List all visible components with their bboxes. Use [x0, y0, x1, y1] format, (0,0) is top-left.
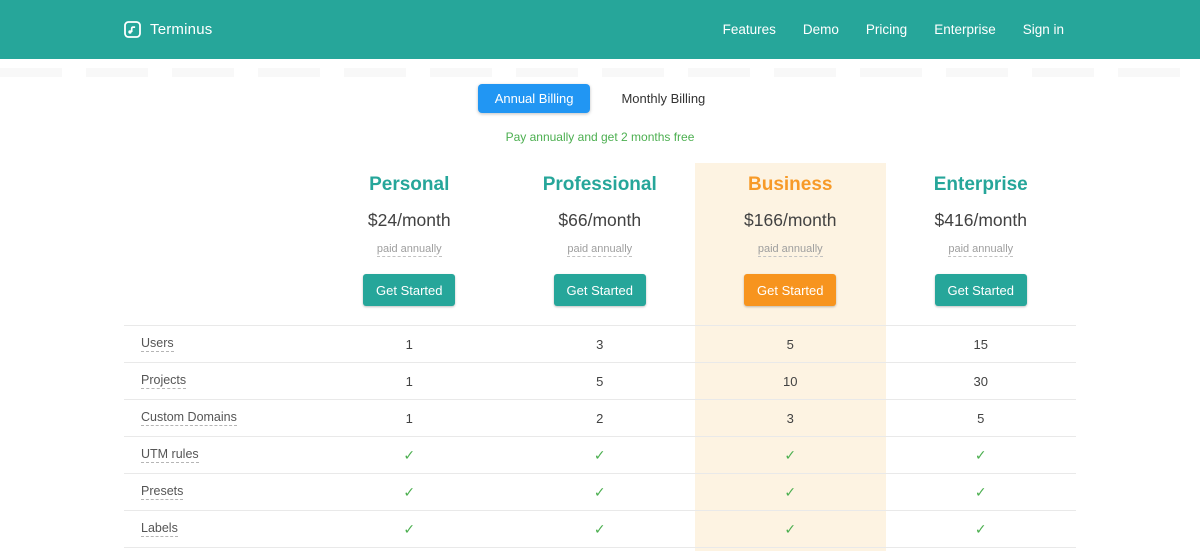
- feature-value-cell: 3: [505, 325, 696, 362]
- annual-billing-button[interactable]: Annual Billing: [478, 84, 591, 113]
- check-icon: ✓: [886, 510, 1077, 547]
- check-icon: ✓: [886, 473, 1077, 510]
- nav-item-pricing[interactable]: Pricing: [866, 22, 907, 37]
- check-icon: ✓: [505, 510, 696, 547]
- feature-label[interactable]: Users: [141, 336, 174, 352]
- feature-value-cell: 15: [886, 325, 1077, 362]
- billing-toggle: Annual Billing Monthly Billing: [0, 84, 1200, 113]
- feature-label[interactable]: Presets: [141, 484, 183, 500]
- feature-value-cell: 30: [886, 362, 1077, 399]
- check-icon: ✓: [314, 473, 505, 510]
- main-nav: Features Demo Pricing Enterprise Sign in: [723, 22, 1076, 37]
- plan-name: Business: [695, 174, 886, 196]
- feature-label[interactable]: Projects: [141, 373, 186, 389]
- brand-name: Terminus: [150, 21, 212, 38]
- pricing-table: Personal $24/month paid annually Get Sta…: [124, 163, 1076, 551]
- get-started-button-enterprise[interactable]: Get Started: [935, 274, 1027, 306]
- plan-card-enterprise: Enterprise $416/month paid annually Get …: [886, 163, 1077, 325]
- get-started-button-business[interactable]: Get Started: [744, 274, 836, 306]
- decorative-strip: [0, 68, 1200, 77]
- top-navigation-bar: Terminus Features Demo Pricing Enterpris…: [0, 0, 1200, 59]
- feature-label[interactable]: Labels: [141, 521, 178, 537]
- plan-price: $416/month: [886, 210, 1077, 231]
- table-edge: [695, 547, 886, 551]
- table-edge: [505, 547, 696, 551]
- check-icon: ✓: [314, 510, 505, 547]
- check-icon: ✓: [886, 436, 1077, 473]
- plan-card-professional: Professional $66/month paid annually Get…: [505, 163, 696, 325]
- feature-row-users: Users: [124, 325, 314, 362]
- plan-billing-note[interactable]: paid annually: [948, 243, 1013, 257]
- feature-label[interactable]: UTM rules: [141, 447, 199, 463]
- check-icon: ✓: [695, 436, 886, 473]
- nav-item-sign-in[interactable]: Sign in: [1023, 22, 1064, 37]
- feature-value-cell: 1: [314, 325, 505, 362]
- plan-price: $66/month: [505, 210, 696, 231]
- feature-value-cell: 1: [314, 362, 505, 399]
- plan-billing-note[interactable]: paid annually: [567, 243, 632, 257]
- feature-value-cell: 5: [886, 399, 1077, 436]
- feature-row-presets: Presets: [124, 473, 314, 510]
- table-edge: [314, 547, 505, 551]
- feature-column-spacer: [124, 163, 314, 325]
- table-edge: [886, 547, 1077, 551]
- check-icon: ✓: [505, 473, 696, 510]
- plan-price: $24/month: [314, 210, 505, 231]
- plan-name: Personal: [314, 174, 505, 196]
- check-icon: ✓: [695, 510, 886, 547]
- feature-label[interactable]: Custom Domains: [141, 410, 237, 426]
- monthly-billing-button[interactable]: Monthly Billing: [604, 84, 722, 113]
- feature-row-utm-rules: UTM rules: [124, 436, 314, 473]
- feature-value-cell: 1: [314, 399, 505, 436]
- plan-card-business: Business $166/month paid annually Get St…: [695, 163, 886, 325]
- annual-promo-text: Pay annually and get 2 months free: [0, 130, 1200, 144]
- nav-item-features[interactable]: Features: [723, 22, 776, 37]
- feature-value-cell: 5: [505, 362, 696, 399]
- get-started-button-personal[interactable]: Get Started: [363, 274, 455, 306]
- table-edge: [124, 547, 314, 551]
- plan-billing-note[interactable]: paid annually: [377, 243, 442, 257]
- nav-item-demo[interactable]: Demo: [803, 22, 839, 37]
- feature-value-cell: 10: [695, 362, 886, 399]
- feature-value-cell: 3: [695, 399, 886, 436]
- feature-row-labels: Labels: [124, 510, 314, 547]
- feature-value-cell: 2: [505, 399, 696, 436]
- brand-logo[interactable]: Terminus: [124, 21, 212, 38]
- terminus-logo-icon: [124, 21, 141, 38]
- feature-value-cell: 5: [695, 325, 886, 362]
- plan-price: $166/month: [695, 210, 886, 231]
- check-icon: ✓: [505, 436, 696, 473]
- plan-billing-note[interactable]: paid annually: [758, 243, 823, 257]
- nav-item-enterprise[interactable]: Enterprise: [934, 22, 996, 37]
- feature-row-projects: Projects: [124, 362, 314, 399]
- topbar-inner: Terminus Features Demo Pricing Enterpris…: [124, 21, 1076, 38]
- plan-name: Enterprise: [886, 174, 1077, 196]
- plan-card-personal: Personal $24/month paid annually Get Sta…: [314, 163, 505, 325]
- check-icon: ✓: [695, 473, 886, 510]
- feature-row-custom-domains: Custom Domains: [124, 399, 314, 436]
- get-started-button-professional[interactable]: Get Started: [554, 274, 646, 306]
- check-icon: ✓: [314, 436, 505, 473]
- plan-name: Professional: [505, 174, 696, 196]
